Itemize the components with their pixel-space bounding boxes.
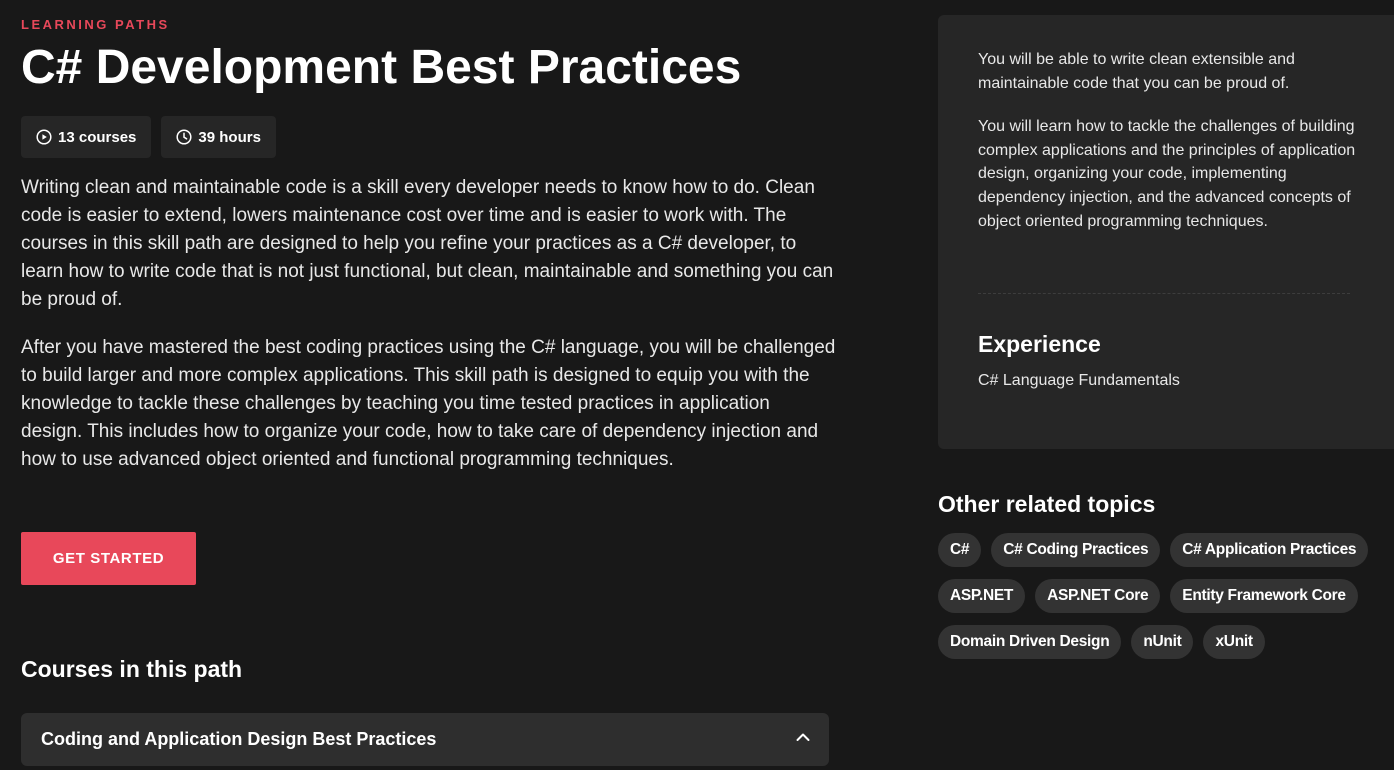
chevron-up-icon[interactable]	[795, 729, 811, 750]
related-topics-list: C# C# Coding Practices C# Application Pr…	[938, 533, 1378, 659]
hours-count-label: 39 hours	[198, 128, 261, 146]
related-topics-heading: Other related topics	[938, 491, 1156, 517]
clock-icon	[176, 129, 192, 145]
learning-path-page: LEARNING PATHS C# Development Best Pract…	[0, 0, 1394, 770]
experience-heading: Experience	[978, 331, 1101, 357]
description-paragraph-2: After you have mastered the best coding …	[21, 337, 836, 470]
experience-value: C# Language Fundamentals	[978, 372, 1180, 389]
course-section-title: Coding and Application Design Best Pract…	[41, 729, 437, 749]
play-circle-icon	[36, 129, 52, 145]
description-paragraph-1: Writing clean and maintainable code is a…	[21, 177, 834, 310]
topic-tag[interactable]: Entity Framework Core	[1170, 579, 1358, 613]
outcome-text-1: You will be able to write clean extensib…	[978, 51, 1295, 92]
topic-tag[interactable]: Domain Driven Design	[938, 625, 1122, 659]
info-divider	[978, 293, 1350, 294]
topic-tag[interactable]: ASP.NET	[938, 579, 1026, 613]
topic-tag[interactable]: C#	[938, 533, 982, 567]
hours-count-badge: 39 hours	[161, 116, 276, 158]
get-started-button[interactable]: GET STARTED	[21, 532, 196, 585]
topic-tag[interactable]: ASP.NET Core	[1035, 579, 1161, 613]
course-section-accordion[interactable]: Coding and Application Design Best Pract…	[21, 713, 829, 766]
topic-tag[interactable]: nUnit	[1131, 625, 1194, 659]
path-info-card: You will be able to write clean extensib…	[938, 15, 1394, 449]
courses-heading: Courses in this path	[21, 656, 243, 682]
eyebrow-label: LEARNING PATHS	[21, 17, 170, 32]
courses-count-label: 13 courses	[58, 128, 137, 146]
path-stats: 13 courses 39 hours	[21, 116, 276, 158]
page-title: C# Development Best Practices	[21, 41, 742, 94]
courses-count-badge: 13 courses	[21, 116, 152, 158]
topic-tag[interactable]: C# Coding Practices	[991, 533, 1161, 567]
topic-tag[interactable]: xUnit	[1203, 625, 1265, 659]
topic-tag[interactable]: C# Application Practices	[1170, 533, 1369, 567]
outcome-text-2: You will learn how to tackle the challen…	[978, 118, 1356, 230]
